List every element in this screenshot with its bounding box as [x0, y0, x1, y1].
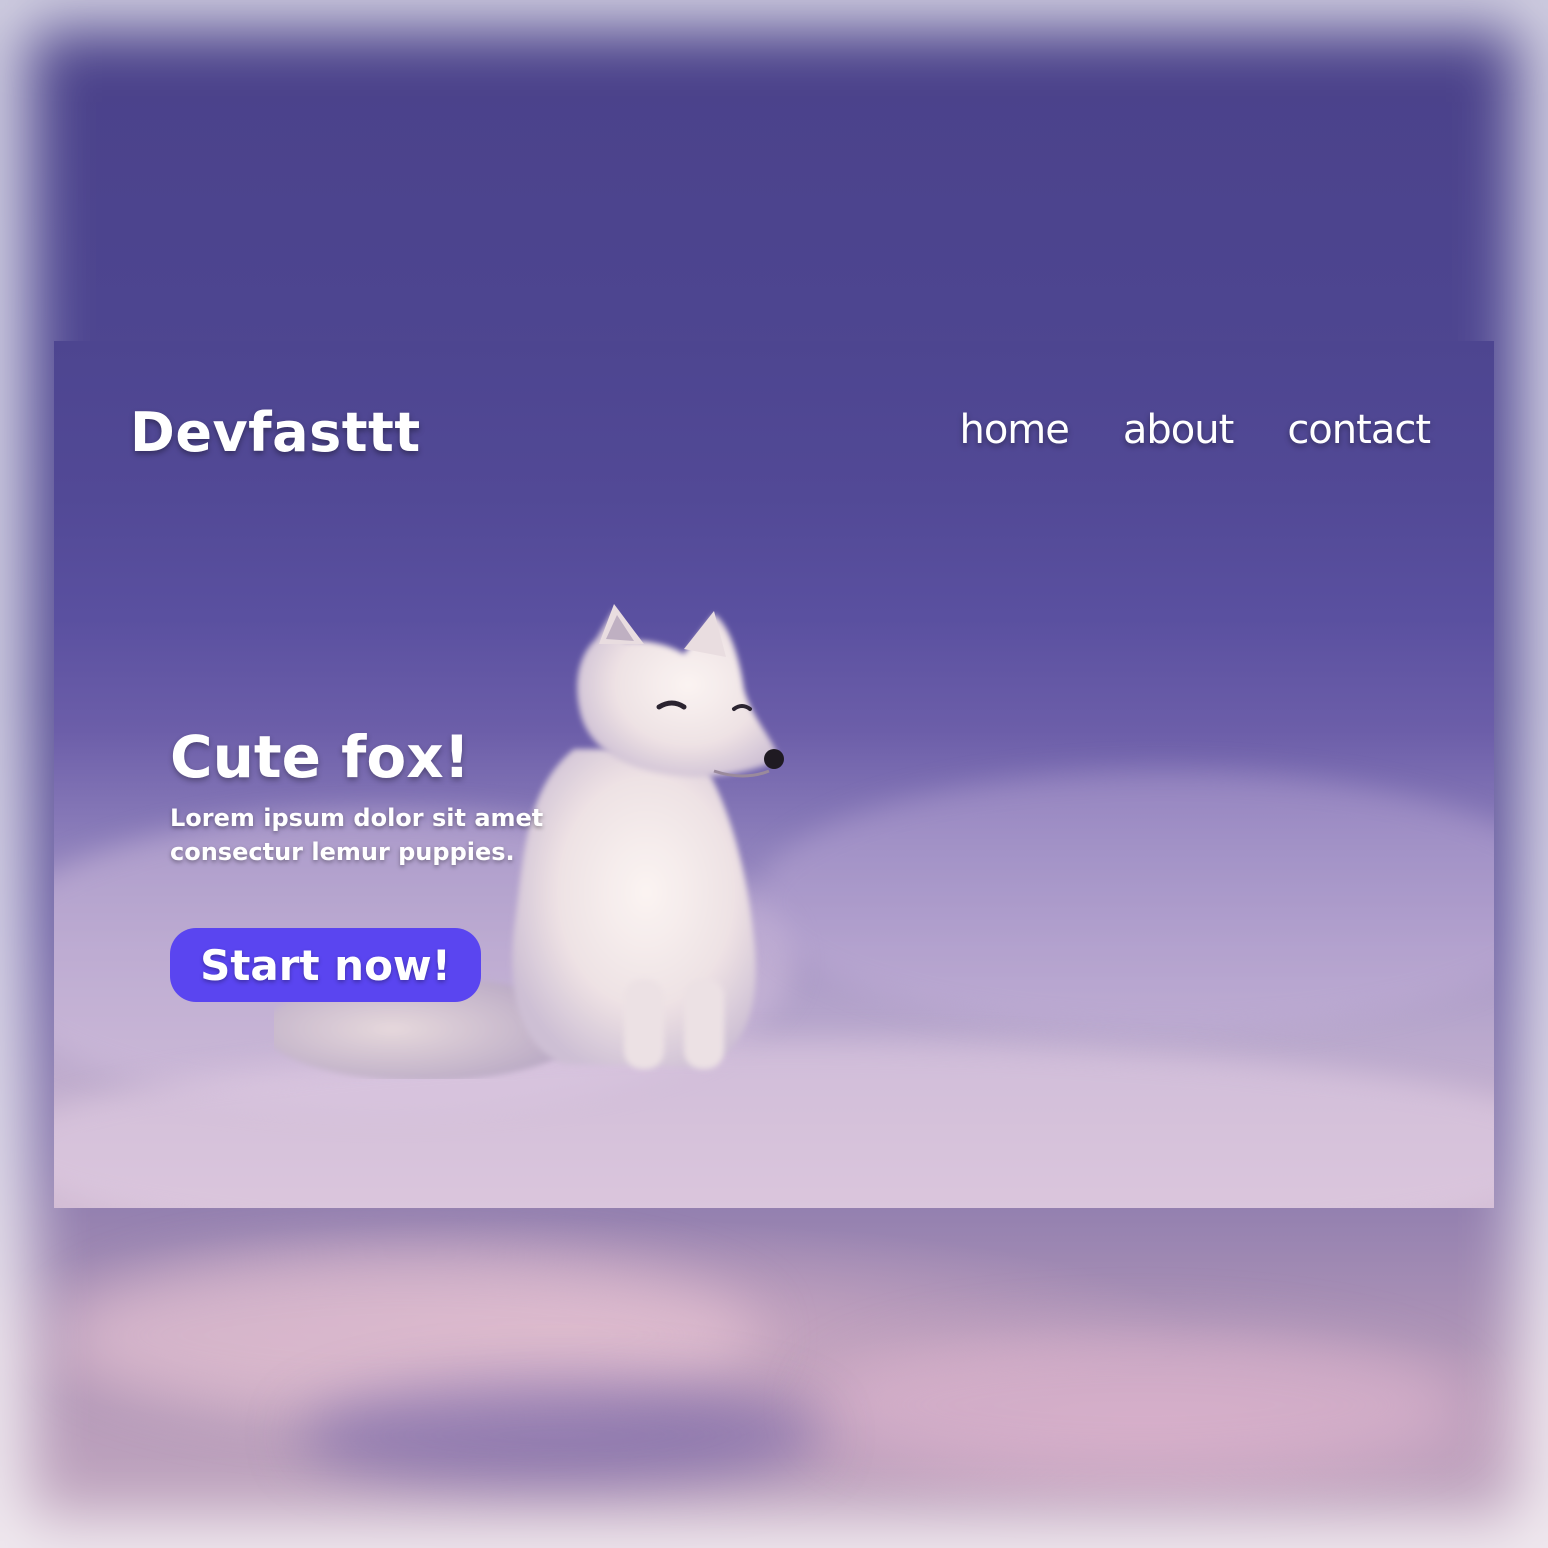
- brand-logo[interactable]: Devfasttt: [130, 401, 421, 464]
- hero-subtitle: Lorem ipsum dolor sit amet consectur lem…: [170, 803, 544, 866]
- main-nav: home about contact: [959, 407, 1431, 453]
- snow-texture: [754, 771, 1494, 1031]
- hero-section: Cute fox! Lorem ipsum dolor sit amet con…: [170, 723, 650, 869]
- hero-title: Cute fox!: [170, 723, 471, 791]
- landing-page-card: Devfasttt home about contact Cute fox! L…: [54, 341, 1494, 1208]
- nav-link-home[interactable]: home: [959, 407, 1069, 453]
- start-now-button[interactable]: Start now!: [170, 928, 481, 1002]
- nav-link-contact[interactable]: contact: [1287, 407, 1431, 453]
- nav-link-about[interactable]: about: [1123, 407, 1234, 453]
